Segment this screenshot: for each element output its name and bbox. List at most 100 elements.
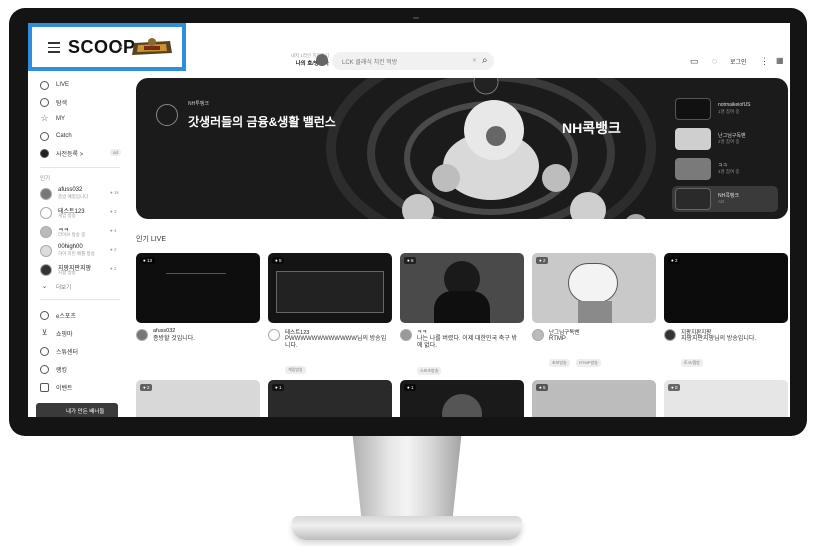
avatar[interactable] [316, 54, 328, 66]
hero-list-title: notmaikeiofUS [718, 102, 751, 108]
menu-icon[interactable] [48, 42, 60, 53]
sidebar-item-register[interactable]: 사전등록 > [40, 147, 83, 159]
thumbnail[interactable]: ● 2 [664, 253, 788, 323]
avatar[interactable] [400, 329, 412, 341]
clear-icon[interactable]: ✕ [472, 57, 477, 64]
sidebar-item-event[interactable]: 이벤트 [40, 381, 73, 393]
tag-list: 토크/캠방 [681, 351, 705, 369]
card-title[interactable]: RTMP [549, 336, 653, 343]
thumbnail [675, 188, 711, 210]
thumbnail[interactable]: ● 0 [664, 380, 788, 417]
avatar [40, 264, 52, 276]
favorite-item[interactable]: 00high00 하이 치킨 배틀 방송 ● 2 [40, 244, 130, 260]
ad-badge: ad [110, 149, 122, 156]
grid-icon[interactable]: ▦ [776, 56, 784, 65]
sidebar-item-my[interactable]: ☆ MY [40, 113, 65, 125]
card-streamer-name[interactable]: afuss032 [153, 328, 175, 334]
sidebar-item-live[interactable]: LIVE [40, 79, 69, 91]
sidebar-item-shop[interactable]: ⊻ 쇼핑마 [40, 327, 73, 339]
hero-tag: NH투뱅크 [188, 101, 210, 107]
sidebar-item-label: e스포츠 [56, 313, 76, 320]
bell-icon[interactable]: ◌ [712, 56, 717, 66]
hero-banner[interactable]: NH투뱅크 갓생러들의 금융&생활 밸런스 NH콕뱅크 notmaikeiofU… [136, 78, 788, 219]
thumbnail [675, 128, 711, 150]
avatar [40, 207, 52, 219]
hero-brand-text: NH콕뱅크 [562, 120, 621, 136]
thumbnail[interactable]: ● 5 [268, 253, 392, 323]
search-bar[interactable]: LCK 클래식 치킨 먹방 ✕ ⌕ [332, 52, 494, 70]
avatar[interactable] [532, 329, 544, 341]
avatar[interactable] [664, 329, 676, 341]
favorite-item[interactable]: afuss032 종방 예정입니다 ● 1k [40, 187, 130, 203]
tag-chip[interactable]: 초보방송 [549, 359, 570, 367]
search-icon[interactable]: ⌕ [482, 55, 488, 66]
tag-list: 게임방송 [285, 358, 308, 376]
tag-chip[interactable]: RTMP방송 [576, 359, 601, 367]
hero-list-sub: 2명 참여 중 [718, 139, 740, 144]
register-icon [40, 148, 49, 158]
favorite-item[interactable]: ㅋㅋ 라이브 방송 중 ● 4 [40, 225, 130, 241]
thumbnail-window [276, 271, 384, 313]
sidebar-item-explore[interactable]: 탐색 [40, 96, 67, 108]
thumbnail[interactable]: ● 2 [136, 380, 260, 417]
sidebar-item-label: 스튜센터 [56, 349, 79, 356]
card-title[interactable]: 지팡지판지팡님의 방송입니다. [681, 336, 785, 343]
thumbnail-line [166, 273, 226, 274]
viewer-count: ● 2 [668, 257, 681, 264]
tag-chip[interactable]: 토크/캠방 [681, 359, 703, 367]
side-banner[interactable]: 내가 만든 배너들 [36, 403, 118, 417]
tag-chip[interactable]: 스포츠방송 [417, 367, 442, 375]
hero-list-sub: AD [718, 199, 725, 204]
card-title[interactable]: 종방할 것입니다. [153, 336, 257, 343]
hero-list-item[interactable]: 난그님구독밴 2명 참여 중 [672, 126, 778, 152]
favorite-count: ● 3 [110, 209, 117, 214]
video-icon[interactable]: ▭ [690, 56, 699, 67]
studio-icon [40, 346, 49, 356]
thumbnail[interactable]: ● 1 [268, 380, 392, 417]
card-streamer-name[interactable]: 난그님구독밴 [549, 328, 579, 336]
favorite-count: ● 1k [110, 190, 119, 195]
avatar[interactable] [268, 329, 280, 341]
divider [40, 167, 120, 168]
hero-artwork [326, 78, 656, 219]
thumbnail[interactable]: ● 1 [400, 380, 524, 417]
thumbnail[interactable]: ● 5 [532, 380, 656, 417]
sidebar-item-catch[interactable]: Catch [40, 130, 72, 142]
esports-icon [40, 310, 49, 320]
avatar[interactable] [136, 329, 148, 341]
thumbnail[interactable]: ● 13 [136, 253, 260, 323]
camera-notch [413, 17, 419, 19]
favorite-sub: 종방 예정입니다 [58, 194, 89, 199]
more-icon[interactable]: ⋮ [760, 56, 769, 67]
card-title[interactable]: 나는 나를 버렸다. 이제 대한민국 축구 밖에 없다. [417, 336, 521, 350]
sidebar-item-ranking[interactable]: 랭킹 [40, 363, 67, 375]
login-button[interactable]: 로그인 [730, 57, 747, 66]
live-icon [40, 80, 49, 90]
thumbnail[interactable]: ● 6 [400, 253, 524, 323]
card-streamer-name[interactable]: ㅋㅋ [417, 328, 427, 336]
favorite-item[interactable]: 지팡지판지팡 지팡 방송 ● 2 [40, 263, 130, 279]
sidebar-item-label: 쇼핑마 [56, 331, 73, 338]
card-streamer-name[interactable]: 지팡지판지팡 [681, 328, 711, 336]
favorite-sub: 게임 방송 [58, 213, 76, 218]
hero-list-item[interactable]: NH콕뱅크 AD [672, 186, 778, 212]
screen: SCOOP × 내지 1라인 지원하기 나의 호/방송국 LCK 클래식 치킨 … [28, 23, 790, 417]
favorite-sub: 하이 치킨 배틀 방송 [58, 251, 95, 256]
tag-chip[interactable]: 게임방송 [285, 366, 306, 374]
hero-list-item[interactable]: notmaikeiofUS 1명 참여 중 [672, 96, 778, 122]
viewer-count: ● 1 [404, 384, 417, 391]
sidebar-item-studio[interactable]: 스튜센터 [40, 345, 78, 357]
thumbnail[interactable]: ● 2 [532, 253, 656, 323]
search-input[interactable]: LCK 클래식 치킨 먹방 [342, 57, 397, 66]
card-title[interactable]: PWWWWWWWWWWWW님의 방송입니다. [285, 336, 389, 350]
streamer-body [434, 291, 490, 323]
thumbnail [675, 98, 711, 120]
divider [40, 299, 120, 300]
card-streamer-name[interactable]: 테스트123 [285, 328, 309, 336]
site-logo[interactable]: SCOOP [68, 37, 136, 58]
sidebar-item-esports[interactable]: e스포츠 [40, 309, 76, 321]
chevron-down-icon: ⌄ [41, 282, 48, 290]
favorite-item[interactable]: 테스트123 게임 방송 ● 3 [40, 206, 130, 222]
more-button[interactable]: ⌄ 더보기 [40, 281, 72, 293]
hero-list-item[interactable]: ㅋㅋ 4명 참여 중 [672, 156, 778, 182]
